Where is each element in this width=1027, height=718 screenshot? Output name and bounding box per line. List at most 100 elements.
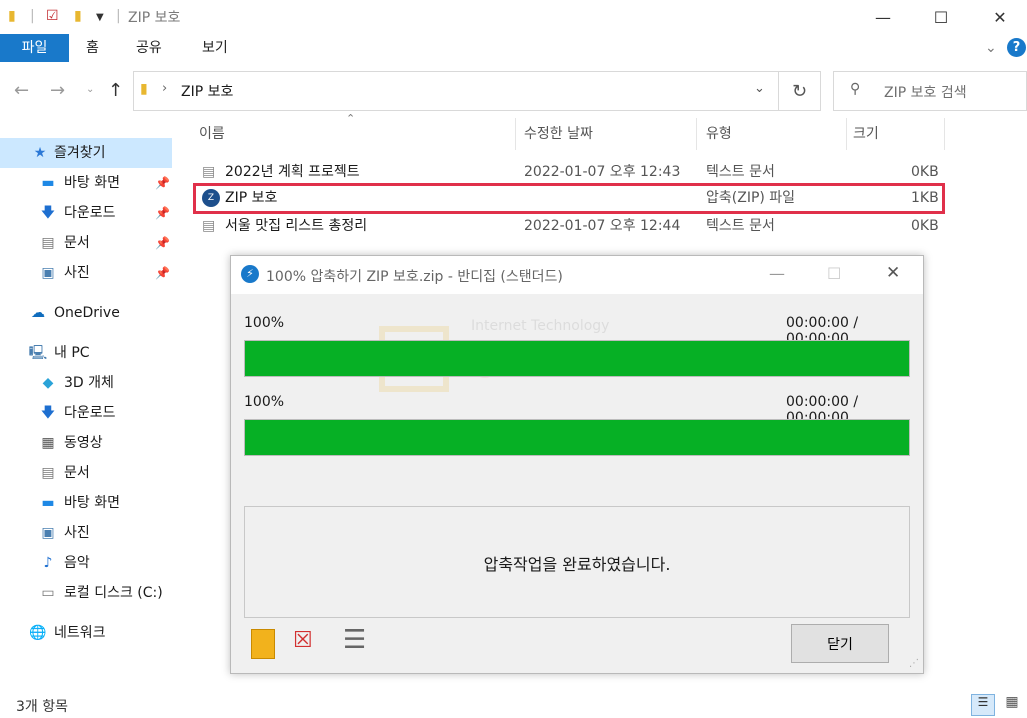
computer-icon: 🖳 <box>28 345 48 361</box>
close-window-button[interactable]: ✕ <box>977 0 1023 34</box>
completion-message: 압축작업을 완료하였습니다. <box>483 555 671 574</box>
column-header-date[interactable]: 수정한 날짜 <box>524 122 593 148</box>
file-type: 텍스트 문서 <box>706 218 775 234</box>
pictures-icon: ▣ <box>41 265 55 281</box>
document-icon: ▤ <box>41 465 55 481</box>
star-icon: ★ <box>33 145 47 161</box>
menu-icon[interactable]: ☰ <box>343 625 366 655</box>
refresh-button[interactable]: ↻ <box>779 71 821 111</box>
item-count: 3개 항목 <box>16 699 68 715</box>
column-divider[interactable] <box>944 118 945 150</box>
open-folder-icon[interactable] <box>251 629 275 659</box>
cube-icon: ◆ <box>42 375 54 391</box>
sidebar-item-quick-access[interactable]: ★ 즐겨찾기 <box>0 138 172 168</box>
close-button[interactable]: 닫기 <box>791 624 889 663</box>
document-icon: ▤ <box>41 235 55 251</box>
folder-icon: ▮ <box>140 81 148 97</box>
up-icon[interactable]: ↑ <box>108 80 123 101</box>
properties-icon[interactable]: ☑ <box>46 8 59 24</box>
address-bar[interactable]: ▮ › ZIP 보호 ⌄ <box>133 71 779 111</box>
address-path[interactable]: ZIP 보호 <box>181 81 233 101</box>
column-header-name[interactable]: 이름 <box>199 122 225 148</box>
forward-icon[interactable]: → <box>50 80 65 101</box>
desktop-icon: ▬ <box>41 175 55 191</box>
chevron-right-icon[interactable]: › <box>162 81 167 96</box>
download-icon: 🡇 <box>40 405 56 421</box>
music-icon: ♪ <box>43 555 53 571</box>
help-icon[interactable]: ? <box>1007 38 1026 57</box>
sort-ascending-icon: ⌃ <box>346 112 356 125</box>
title-bar: ▮ | ☑ ▮ ▼ | ZIP 보호 — ☐ ✕ <box>0 0 1027 34</box>
file-size: 0KB <box>911 218 939 234</box>
search-placeholder: ZIP 보호 검색 <box>884 85 967 101</box>
file-row-selected[interactable]: Z ZIP 보호 압축(ZIP) 파일 1KB <box>193 183 945 214</box>
chevron-down-icon[interactable]: ⌄ <box>754 81 765 96</box>
desktop-icon: ▬ <box>41 495 55 511</box>
file-row[interactable]: ▤ 2022년 계획 프로젝트 2022-01-07 오후 12:43 텍스트 … <box>196 159 944 186</box>
dialog-maximize-button: ☐ <box>827 264 842 283</box>
maximize-button[interactable]: ☐ <box>918 0 964 34</box>
text-file-icon: ▤ <box>202 164 216 180</box>
large-icons-view-icon[interactable]: ▦ <box>1000 694 1024 716</box>
file-name: ZIP 보호 <box>225 190 278 206</box>
progress-percent-1: 100% <box>244 315 285 331</box>
network-icon: 🌐 <box>29 625 47 641</box>
refresh-icon: ↻ <box>791 80 808 102</box>
pin-icon[interactable]: 📌 <box>155 168 170 198</box>
column-divider[interactable] <box>696 118 697 150</box>
file-size: 1KB <box>911 190 939 206</box>
recent-locations-icon[interactable]: ⌄ <box>86 84 94 95</box>
film-icon: ▦ <box>41 435 55 451</box>
dialog-minimize-button[interactable]: — <box>769 264 785 283</box>
customize-quick-access-icon[interactable]: ▼ <box>96 12 104 23</box>
folder-icon: ▮ <box>8 8 16 24</box>
dialog-title: 100% 압축하기 ZIP 보호.zip - 반디집 (스탠더드) <box>266 269 563 285</box>
pin-icon[interactable]: 📌 <box>155 198 170 228</box>
text-file-icon: ▤ <box>202 218 216 234</box>
file-name: 서울 맛집 리스트 총정리 <box>225 218 368 234</box>
progress-bar-2 <box>244 419 910 456</box>
dialog-close-button[interactable]: ✕ <box>886 263 900 283</box>
file-type: 텍스트 문서 <box>706 164 775 180</box>
pin-icon[interactable]: 📌 <box>155 258 170 288</box>
bandizip-icon: Z <box>202 189 220 207</box>
window-title: ZIP 보호 <box>128 10 181 26</box>
progress-percent-2: 100% <box>244 394 285 410</box>
column-divider[interactable] <box>846 118 847 150</box>
file-type: 압축(ZIP) 파일 <box>706 190 796 206</box>
tab-view[interactable]: 보기 <box>188 34 242 62</box>
download-icon: 🡇 <box>40 205 56 221</box>
file-date: 2022-01-07 오후 12:44 <box>524 218 681 234</box>
pictures-icon: ▣ <box>41 525 55 541</box>
cloud-icon: ☁ <box>31 305 45 321</box>
expand-ribbon-icon[interactable]: ⌄ <box>985 40 997 56</box>
separator: | <box>116 8 121 24</box>
details-view-icon[interactable]: ☰ <box>971 694 995 716</box>
resize-grip-icon[interactable]: ⋰ <box>909 658 919 669</box>
column-divider[interactable] <box>515 118 516 150</box>
message-box: 압축작업을 완료하였습니다. <box>244 506 910 618</box>
file-date: 2022-01-07 오후 12:43 <box>524 164 681 180</box>
tab-file[interactable]: 파일 <box>0 34 69 62</box>
tab-home[interactable]: 홈 <box>72 34 113 62</box>
bandizip-icon: ⚡ <box>241 265 259 283</box>
search-input[interactable]: ⚲ ZIP 보호 검색 <box>833 71 1027 111</box>
drive-icon: ▭ <box>41 585 55 601</box>
pin-icon[interactable]: 📌 <box>155 228 170 258</box>
compress-progress-dialog: ⚡ 100% 압축하기 ZIP 보호.zip - 반디집 (스탠더드) — ☐ … <box>230 255 924 674</box>
search-icon: ⚲ <box>850 81 861 97</box>
ribbon-tabs: 파일 홈 공유 보기 ⌄ ? <box>0 34 1027 64</box>
column-header-type[interactable]: 유형 <box>706 122 732 148</box>
file-name: 2022년 계획 프로젝트 <box>225 164 360 180</box>
tab-share[interactable]: 공유 <box>122 34 176 62</box>
separator: | <box>30 8 35 24</box>
delete-after-icon[interactable]: ☒ <box>293 628 313 653</box>
file-row[interactable]: ▤ 서울 맛집 리스트 총정리 2022-01-07 오후 12:44 텍스트 … <box>196 213 944 240</box>
dialog-title-bar: ⚡ 100% 압축하기 ZIP 보호.zip - 반디집 (스탠더드) — ☐ … <box>231 256 923 294</box>
progress-bar-1 <box>244 340 910 377</box>
back-icon[interactable]: ← <box>14 80 29 101</box>
column-header-size[interactable]: 크기 <box>853 122 879 148</box>
file-size: 0KB <box>911 164 939 180</box>
minimize-button[interactable]: — <box>860 0 906 34</box>
new-folder-icon[interactable]: ▮ <box>74 8 82 24</box>
